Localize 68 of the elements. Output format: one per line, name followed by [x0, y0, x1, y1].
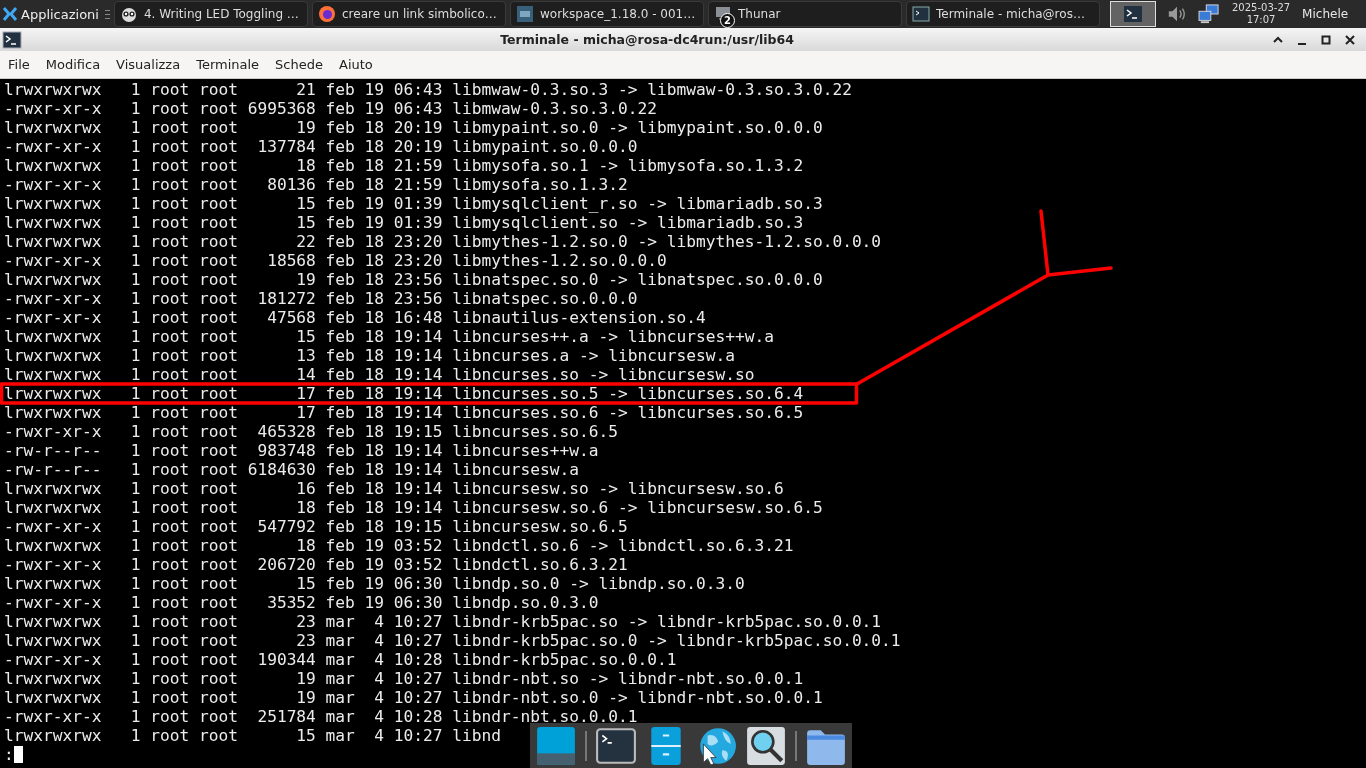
menu-item[interactable]: File — [0, 57, 38, 72]
text-cursor — [13, 746, 23, 763]
taskbar-button[interactable]: Terminale - micha@ros… — [906, 1, 1100, 27]
desktop-icon[interactable] — [535, 725, 577, 767]
listing-line: lrwxrwxrwx 1 root root 15 feb 19 01:39 libmysqlclient.so -> libmariadb.so.3 — [3, 213, 805, 232]
network-icon[interactable] — [1198, 4, 1220, 24]
listing-line: -rw-r--r-- 1 root root 6184630 feb 18 19:14 libncursesw.a — [3, 460, 580, 479]
listing-line: -rwxr-xr-x 1 root root 190344 mar 4 10:28 libndr-krb5pac.so.0.0.1 — [3, 650, 678, 669]
listing-line: lrwxrwxrwx 1 root root 21 feb 19 06:43 libmwaw-0.3.so.3 -> libmwaw-0.3.so.3.0.22 — [3, 80, 853, 99]
listing-line: -rwxr-xr-x 1 root root 251784 mar 4 10:28 libndr-nbt.so.0.0.1 — [3, 707, 639, 726]
listing-line: lrwxrwxrwx 1 root root 15 feb 18 19:14 libncurses++.a -> libncurses++w.a — [3, 327, 775, 346]
listing-line: lrwxrwxrwx 1 root root 19 mar 4 10:27 libndr-nbt.so.0 -> libndr-nbt.so.0.0.1 — [3, 688, 824, 707]
listing-line: lrwxrwxrwx 1 root root 14 feb 18 19:14 libncurses.so -> libncursesw.so — [3, 365, 756, 384]
volume-icon[interactable] — [1166, 4, 1188, 24]
clock-date: 2025-03-27 — [1232, 2, 1291, 14]
applications-menu[interactable]: Applicazioni — [0, 0, 101, 28]
listing-line: lrwxrwxrwx 1 root root 18 feb 18 19:14 libncursesw.so.6 -> libncursesw.so.6.5 — [3, 498, 824, 517]
menu-item[interactable]: Visualizza — [108, 57, 189, 72]
listing-line: lrwxrwxrwx 1 root root 17 feb 18 19:14 libncurses.so.5 -> libncurses.so.6.4 — [3, 384, 805, 403]
listing-line: -rwxr-xr-x 1 root root 181272 feb 18 23:56 libnatspec.so.0.0.0 — [3, 289, 639, 308]
listing-line: -rwxr-xr-x 1 root root 547792 feb 18 19:15 libncursesw.so.6.5 — [3, 517, 629, 536]
taskbar-button[interactable]: workspace_1.18.0 - 001… — [510, 1, 704, 27]
search-icon[interactable] — [745, 725, 787, 767]
listing-line: lrwxrwxrwx 1 root root 19 feb 18 23:56 libnatspec.so.0 -> libnatspec.so.0.0.0 — [3, 270, 824, 289]
terminal-launcher[interactable] — [1110, 1, 1156, 27]
maximize-icon[interactable] — [1320, 33, 1332, 46]
listing-line: lrwxrwxrwx 1 root root 17 feb 18 19:14 libncurses.so.6 -> libncurses.so.6.5 — [3, 403, 805, 422]
listing-line: lrwxrwxrwx 1 root root 19 mar 4 10:27 libndr-nbt.so -> libndr-nbt.so.0.0.1 — [3, 669, 805, 688]
menu-item[interactable]: Terminale — [188, 57, 268, 72]
close-icon[interactable] — [1344, 33, 1356, 46]
menu-item[interactable]: Modifica — [37, 57, 109, 72]
listing-line: -rwxr-xr-x 1 root root 137784 feb 18 20:19 libmypaint.so.0.0.0 — [3, 137, 639, 156]
x-logo-icon — [2, 6, 18, 22]
listing-line: lrwxrwxrwx 1 root root 13 feb 18 19:14 libncurses.a -> libncursesw.a — [3, 346, 736, 365]
listing-line: lrwxrwxrwx 1 root root 19 feb 18 20:19 libmypaint.so.0 -> libmypaint.so.0.0.0 — [3, 118, 824, 137]
taskbar-button[interactable]: creare un link simbolico… — [312, 1, 506, 27]
listing-line: -rwxr-xr-x 1 root root 206720 feb 19 03:52 libndctl.so.6.3.21 — [3, 555, 629, 574]
terminal-icon[interactable] — [595, 725, 637, 767]
listing-line: lrwxrwxrwx 1 root root 22 feb 18 23:20 libmythes-1.2.so.0 -> libmythes-1.2.so.0.0.0 — [3, 232, 883, 251]
listing-line: -rwxr-xr-x 1 root root 6995368 feb 19 06:43 libmwaw-0.3.so.3.0.22 — [3, 99, 658, 118]
listing-line: -rw-r--r-- 1 root root 983748 feb 18 19:14 libncurses++w.a — [3, 441, 600, 460]
window-title: Terminale - micha@rosa-dc4run:/usr/lib64 — [499, 32, 795, 47]
listing-line: -rwxr-xr-x 1 root root 80136 feb 18 21:59 libmysofa.so.1.3.2 — [3, 175, 629, 194]
firefox-icon — [318, 5, 336, 23]
pager-prompt: : — [4, 745, 14, 764]
menu-item[interactable]: Schede — [267, 57, 331, 72]
listing-line: lrwxrwxrwx 1 root root 18 feb 19 03:52 libndctl.so.6 -> libndctl.so.6.3.21 — [3, 536, 795, 555]
listing-line: -rwxr-xr-x 1 root root 18568 feb 18 23:20 libmythes-1.2.so.0.0.0 — [3, 251, 668, 270]
listing-line: lrwxrwxrwx 1 root root 15 feb 19 01:39 libmysqlclient_r.so -> libmariadb.so.3 — [3, 194, 824, 213]
listing-line: lrwxrwxrwx 1 root root 16 feb 18 19:14 libncursesw.so -> libncursesw.so.6 — [3, 479, 785, 498]
listing-line: -rwxr-xr-x 1 root root 465328 feb 18 19:15 libncurses.so.6.5 — [3, 422, 619, 441]
listing-line: lrwxrwxrwx 1 root root 18 feb 18 21:59 libmysofa.so.1 -> libmysofa.so.1.3.2 — [3, 156, 805, 175]
menu-item[interactable]: Aiuto — [331, 57, 381, 72]
taskbar-button[interactable]: 4. Writing LED Toggling … — [114, 1, 308, 27]
terminal-icon — [1123, 4, 1143, 24]
terminal-icon — [912, 5, 930, 23]
listing-line: lrwxrwxrwx 1 root root 15 feb 19 06:30 libndp.so.0 -> libndp.so.0.3.0 — [3, 574, 746, 593]
terminal-icon — [2, 29, 22, 50]
ide-icon — [516, 5, 534, 23]
owl-icon — [120, 5, 138, 23]
user-name[interactable]: Michele — [1302, 7, 1349, 21]
listing-line: lrwxrwxrwx 1 root root 23 mar 4 10:27 libndr-krb5pac.so.0 -> libndr-krb5pac.so.0.0.1 — [3, 631, 902, 650]
clock-time: 17:07 — [1246, 14, 1276, 26]
listing-line: lrwxrwxrwx 1 root root 15 mar 4 10:27 libnd — [3, 726, 503, 745]
listing-line: lrwxrwxrwx 1 root root 23 mar 4 10:27 libndr-krb5pac.so -> libndr-krb5pac.so.0.0.1 — [3, 612, 883, 631]
listing-line: -rwxr-xr-x 1 root root 47568 feb 18 16:48 libnautilus-extension.so.4 — [3, 308, 707, 327]
taskbar-button[interactable]: 2 Thunar — [708, 1, 902, 27]
listing-line: -rwxr-xr-x 1 root root 35352 feb 19 06:30 libndp.so.0.3.0 — [3, 593, 600, 612]
